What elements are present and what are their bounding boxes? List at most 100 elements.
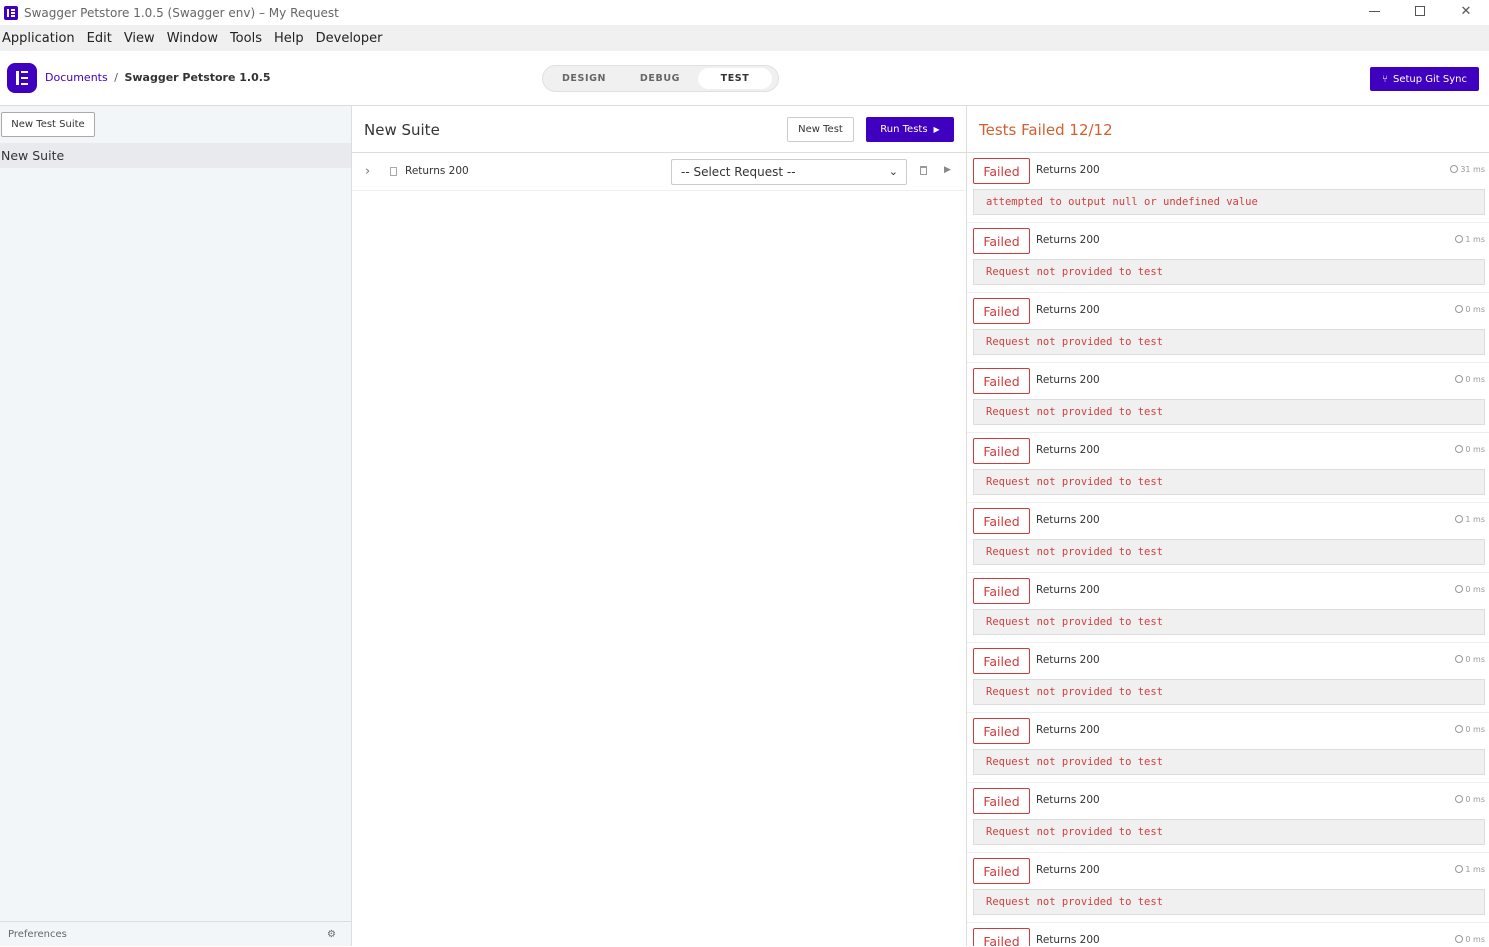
clock-icon: [1455, 795, 1464, 803]
test-suite-sidebar: New Test Suite New Suite Preferences ⚙: [0, 106, 352, 946]
close-icon: ✕: [1460, 3, 1472, 19]
maximize-button[interactable]: [1397, 0, 1443, 22]
result-item: Failed Returns 200 1 ms Request not prov…: [967, 503, 1489, 573]
chevron-down-icon: ⌄: [888, 165, 898, 178]
preferences-label: Preferences: [8, 929, 67, 940]
result-name: Returns 200: [1036, 304, 1100, 316]
select-request-value: -- Select Request --: [681, 165, 796, 179]
tab-design[interactable]: DESIGN: [546, 68, 622, 89]
suite-header: New Suite New Test Run Tests ▶: [352, 106, 966, 153]
result-item: Failed Returns 200 0 ms Request not prov…: [967, 293, 1489, 363]
setup-git-sync-button[interactable]: ⑂ Setup Git Sync: [1370, 67, 1479, 91]
sidebar-item-suite[interactable]: New Suite: [0, 143, 351, 168]
failed-badge: Failed: [973, 718, 1030, 744]
error-message: Request not provided to test: [973, 609, 1485, 635]
run-test-play-icon[interactable]: ▶: [944, 165, 951, 175]
result-item: Failed Returns 200 0 ms Request not prov…: [967, 433, 1489, 503]
tab-test[interactable]: TEST: [698, 68, 772, 89]
result-time-value: 1 ms: [1465, 865, 1485, 874]
result-item: Failed Returns 200 1 ms Request not prov…: [967, 853, 1489, 923]
failed-badge: Failed: [973, 368, 1030, 394]
result-name: Returns 200: [1036, 374, 1100, 386]
result-time-value: 1 ms: [1465, 515, 1485, 524]
failed-badge: Failed: [973, 298, 1030, 324]
result-time-value: 0 ms: [1465, 935, 1485, 944]
menu-edit[interactable]: Edit: [85, 31, 114, 46]
menu-application[interactable]: Application: [0, 31, 77, 46]
error-message: attempted to output null or undefined va…: [973, 189, 1485, 215]
test-name[interactable]: Returns 200: [405, 165, 469, 177]
result-name: Returns 200: [1036, 934, 1100, 946]
failed-badge: Failed: [973, 438, 1030, 464]
minimize-button[interactable]: [1351, 0, 1397, 22]
select-request-dropdown[interactable]: -- Select Request -- ⌄: [671, 159, 907, 185]
result-name: Returns 200: [1036, 864, 1100, 876]
results-panel: Tests Failed 12/12 Failed Returns 200 31…: [967, 106, 1489, 946]
new-test-suite-button[interactable]: New Test Suite: [1, 112, 95, 137]
trash-icon[interactable]: [920, 166, 927, 175]
result-item: Failed Returns 200 31 ms attempted to ou…: [967, 153, 1489, 223]
activity-tabs: DESIGN DEBUG TEST: [542, 65, 779, 92]
breadcrumb-documents-link[interactable]: Documents: [45, 71, 108, 84]
menu-view[interactable]: View: [122, 31, 157, 46]
error-message: Request not provided to test: [973, 749, 1485, 775]
result-time: 0 ms: [1455, 655, 1485, 664]
app-header: Documents / Swagger Petstore 1.0.5 DESIG…: [0, 51, 1489, 106]
result-item: Failed Returns 200 0 ms Request not prov…: [967, 713, 1489, 783]
result-time-value: 0 ms: [1465, 655, 1485, 664]
failed-badge: Failed: [973, 648, 1030, 674]
result-time-value: 0 ms: [1465, 795, 1485, 804]
chevron-right-icon[interactable]: ›: [365, 164, 370, 179]
suite-title[interactable]: New Suite: [364, 121, 440, 139]
result-time: 31 ms: [1450, 165, 1485, 174]
minimize-icon: [1368, 10, 1380, 12]
clock-icon: [1455, 935, 1464, 943]
new-test-button[interactable]: New Test: [787, 117, 854, 142]
close-button[interactable]: ✕: [1443, 0, 1489, 22]
result-name: Returns 200: [1036, 514, 1100, 526]
failed-badge: Failed: [973, 228, 1030, 254]
clock-icon: [1455, 515, 1464, 523]
suite-panel: New Suite New Test Run Tests ▶ › Returns…: [352, 106, 967, 946]
result-item: Failed Returns 200 1 ms Request not prov…: [967, 223, 1489, 293]
clock-icon: [1455, 375, 1464, 383]
failed-badge: Failed: [973, 508, 1030, 534]
error-message: Request not provided to test: [973, 399, 1485, 425]
failed-badge: Failed: [973, 788, 1030, 814]
setup-git-sync-label: Setup Git Sync: [1392, 73, 1467, 85]
result-item: Failed Returns 200 0 ms: [967, 923, 1489, 946]
failed-badge: Failed: [973, 158, 1030, 184]
result-time-value: 0 ms: [1465, 445, 1485, 454]
menu-bar: Application Edit View Window Tools Help …: [0, 25, 1489, 51]
result-item: Failed Returns 200 0 ms Request not prov…: [967, 573, 1489, 643]
clock-icon: [1450, 165, 1459, 173]
error-message: Request not provided to test: [973, 819, 1485, 845]
error-message: Request not provided to test: [973, 259, 1485, 285]
error-message: Request not provided to test: [973, 889, 1485, 915]
title-bar: Swagger Petstore 1.0.5 (Swagger env) – M…: [0, 0, 1489, 25]
menu-window[interactable]: Window: [165, 31, 220, 46]
menu-tools[interactable]: Tools: [228, 31, 264, 46]
tab-debug[interactable]: DEBUG: [622, 68, 698, 89]
window-title: Swagger Petstore 1.0.5 (Swagger env) – M…: [24, 5, 339, 20]
result-name: Returns 200: [1036, 164, 1100, 176]
clock-icon: [1455, 725, 1464, 733]
results-header: Tests Failed 12/12: [967, 106, 1489, 153]
clock-icon: [1455, 235, 1464, 243]
result-time-value: 0 ms: [1465, 585, 1485, 594]
breadcrumb-current-document[interactable]: Swagger Petstore 1.0.5: [124, 71, 270, 84]
error-message: Request not provided to test: [973, 469, 1485, 495]
menu-help[interactable]: Help: [272, 31, 306, 46]
result-time-value: 0 ms: [1465, 725, 1485, 734]
menu-developer[interactable]: Developer: [314, 31, 385, 46]
result-time-value: 0 ms: [1465, 305, 1485, 314]
preferences-bar[interactable]: Preferences ⚙: [0, 921, 351, 946]
result-time: 1 ms: [1455, 865, 1485, 874]
insomnia-logo-icon[interactable]: [7, 63, 37, 93]
error-message: Request not provided to test: [973, 329, 1485, 355]
result-time: 1 ms: [1455, 515, 1485, 524]
gear-icon[interactable]: ⚙: [327, 922, 336, 947]
run-tests-button[interactable]: Run Tests ▶: [866, 117, 954, 142]
result-name: Returns 200: [1036, 584, 1100, 596]
maximize-icon: [1415, 6, 1425, 16]
